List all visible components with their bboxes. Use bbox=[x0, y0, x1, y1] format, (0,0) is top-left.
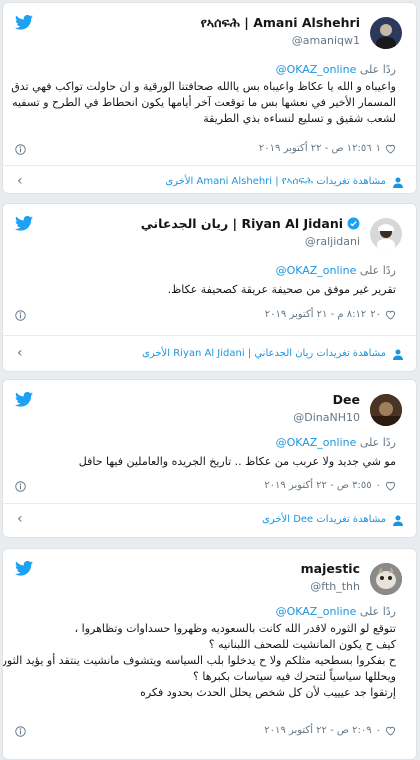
info-icon[interactable] bbox=[15, 310, 26, 321]
like-count: ٠ bbox=[375, 480, 381, 491]
reply-handle-link[interactable]: @OKAZ_online bbox=[276, 264, 357, 277]
view-more-footer[interactable]: ‹ مشاهدة تغريدات Amani Alshehri | የኣሰፍሕ … bbox=[3, 165, 416, 193]
verified-badge-icon bbox=[347, 217, 360, 230]
info-icon[interactable] bbox=[15, 481, 26, 492]
tweet-text-line: واعيباه و الله يا عكاظ واعيباه بس ياالله… bbox=[11, 80, 396, 93]
tweet-text-line: المسمار الأخير في نعشها بس ما توقعت آخر … bbox=[12, 96, 396, 109]
tweet-card-1: የኣሰፍሕ | Amani Alshehri @amaniqw1 @OKAZ_o… bbox=[2, 2, 417, 194]
author-handle[interactable]: @fth_thh bbox=[310, 580, 360, 593]
author-name-text[interactable]: Dee bbox=[333, 392, 360, 407]
tweet-card-2: ريان الجدعاني | Riyan Al Jidani @raljida… bbox=[2, 203, 417, 372]
tweet-text-line: لشعب شقيق و تسليع لنساءه بذي الطريقة bbox=[203, 112, 396, 125]
tweet-meta: ٣:٥٥ ص - ٢٢ أكتوبر ٢٠١٩ ٠ bbox=[264, 480, 396, 491]
tweet-text-line: تقرير غير موفق من صحيفة عريقة كصحيفة عكا… bbox=[167, 283, 396, 296]
tweet-meta: ٨:١٢ م - ٢١ أكتوبر ٢٠١٩ ٢٠ bbox=[265, 309, 396, 320]
tweet-timestamp[interactable]: ١٢:٥٦ ص - ٢٢ أكتوبر ٢٠١٩ bbox=[259, 143, 372, 154]
heart-icon[interactable] bbox=[385, 480, 396, 491]
chevron-left-icon[interactable]: ‹ bbox=[17, 511, 23, 527]
tweet-timestamp[interactable]: ٢:٠٩ ص - ٢٢ أكتوبر ٢٠١٩ bbox=[264, 725, 371, 736]
author-handle[interactable]: @DinaNH10 bbox=[293, 411, 360, 424]
avatar[interactable] bbox=[370, 218, 402, 250]
reply-prefix: ردًا على bbox=[359, 264, 396, 277]
reply-handle-link[interactable]: @OKAZ_online bbox=[276, 605, 357, 618]
reply-context: @OKAZ_online ردًا على bbox=[276, 605, 396, 618]
tweet-text-line: تتوقع لو الثوره لاقدر الله كانت بالسعودي… bbox=[74, 622, 396, 635]
tweet-timestamp[interactable]: ٣:٥٥ ص - ٢٢ أكتوبر ٢٠١٩ bbox=[264, 480, 371, 491]
view-more-link[interactable]: مشاهدة تغريدات Dee الأخرى bbox=[262, 514, 386, 525]
view-more-footer[interactable]: ‹ مشاهدة تغريدات Dee الأخرى bbox=[3, 503, 416, 537]
avatar[interactable] bbox=[370, 394, 402, 426]
reply-context: @OKAZ_online ردًا على bbox=[276, 436, 396, 449]
info-icon[interactable] bbox=[15, 726, 26, 737]
author-name-text[interactable]: የኣሰፍሕ | Amani Alshehri bbox=[201, 15, 360, 31]
tweet-meta: ١٢:٥٦ ص - ٢٢ أكتوبر ٢٠١٩ ١ bbox=[259, 143, 396, 154]
twitter-bird-icon[interactable] bbox=[15, 561, 33, 576]
heart-icon[interactable] bbox=[385, 309, 396, 320]
reply-prefix: ردًا على bbox=[359, 63, 396, 76]
like-count: ٠ bbox=[375, 725, 381, 736]
tweet-text: تتوقع لو الثوره لاقدر الله كانت بالسعودي… bbox=[2, 621, 396, 701]
tweet-text-line: كيف ح يكون المانشيت للصحف اللبنانيه ؟ bbox=[208, 638, 396, 651]
person-icon bbox=[393, 349, 403, 360]
like-count: ١ bbox=[375, 143, 381, 154]
view-more-footer[interactable]: ‹ مشاهدة تغريدات ريان الجدعاني | Riyan A… bbox=[3, 337, 416, 371]
twitter-bird-icon[interactable] bbox=[15, 15, 33, 30]
info-icon[interactable] bbox=[15, 144, 26, 155]
author-name[interactable]: Dee bbox=[333, 392, 360, 407]
author-name[interactable]: ريان الجدعاني | Riyan Al Jidani bbox=[141, 216, 360, 231]
view-more-link[interactable]: مشاهدة تغريدات ريان الجدعاني | Riyan Al … bbox=[142, 348, 386, 359]
reply-prefix: ردًا على bbox=[359, 436, 396, 449]
tweet-text: واعيباه و الله يا عكاظ واعيباه بس ياالله… bbox=[11, 79, 396, 127]
author-handle[interactable]: @raljidani bbox=[305, 235, 360, 248]
heart-icon[interactable] bbox=[385, 725, 396, 736]
tweet-text-line: ح بفكروا بسطحيه مثلكم ولا ح يدخلوا بلب ا… bbox=[2, 654, 396, 667]
reply-context: @OKAZ_online ردًا على bbox=[276, 264, 396, 277]
author-name[interactable]: majestic bbox=[301, 561, 360, 576]
person-icon bbox=[393, 177, 403, 188]
like-count: ٢٠ bbox=[370, 309, 381, 320]
twitter-bird-icon[interactable] bbox=[15, 216, 33, 231]
chevron-left-icon[interactable]: ‹ bbox=[17, 173, 23, 189]
person-icon bbox=[393, 515, 403, 526]
chevron-left-icon[interactable]: ‹ bbox=[17, 345, 23, 361]
tweet-timestamp[interactable]: ٨:١٢ م - ٢١ أكتوبر ٢٠١٩ bbox=[265, 309, 366, 320]
reply-handle-link[interactable]: @OKAZ_online bbox=[276, 63, 357, 76]
author-handle[interactable]: @amaniqw1 bbox=[292, 34, 360, 47]
tweet-text: تقرير غير موفق من صحيفة عريقة كصحيفة عكا… bbox=[17, 282, 396, 298]
heart-icon[interactable] bbox=[385, 143, 396, 154]
tweet-text-line: ويحللها سياسياً لتتحرك فيه سياسات بكبرها… bbox=[193, 670, 396, 683]
author-name[interactable]: የኣሰፍሕ | Amani Alshehri bbox=[201, 15, 360, 31]
tweet-text-line: إرتقوا جد عيييب لأن كل شخص يحلل الحدث بح… bbox=[140, 686, 396, 699]
tweet-text: مو شي جديد ولا عربب من عكاظ .. تاريخ الج… bbox=[17, 454, 396, 470]
avatar[interactable] bbox=[370, 17, 402, 49]
divider bbox=[3, 335, 416, 336]
twitter-bird-icon[interactable] bbox=[15, 392, 33, 407]
reply-context: @OKAZ_online ردًا على bbox=[276, 63, 396, 76]
tweet-card-4: majestic @fth_thh @OKAZ_online ردًا على … bbox=[2, 548, 417, 760]
view-more-link[interactable]: مشاهدة تغريدات Amani Alshehri | የኣሰፍሕ ال… bbox=[165, 176, 386, 187]
tweet-meta: ٢:٠٩ ص - ٢٢ أكتوبر ٢٠١٩ ٠ bbox=[264, 725, 396, 736]
tweet-text-line: مو شي جديد ولا عربب من عكاظ .. تاريخ الج… bbox=[78, 455, 396, 468]
avatar[interactable] bbox=[370, 563, 402, 595]
author-name-text[interactable]: ريان الجدعاني | Riyan Al Jidani bbox=[141, 216, 343, 231]
tweet-card-3: Dee @DinaNH10 @OKAZ_online ردًا على مو ش… bbox=[2, 379, 417, 538]
reply-prefix: ردًا على bbox=[359, 605, 396, 618]
author-name-text[interactable]: majestic bbox=[301, 561, 360, 576]
reply-handle-link[interactable]: @OKAZ_online bbox=[276, 436, 357, 449]
